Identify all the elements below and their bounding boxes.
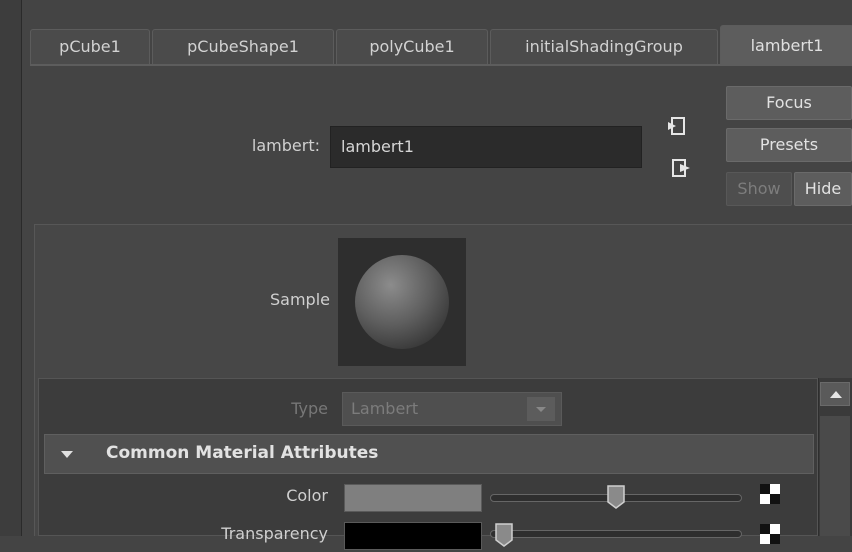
- tab-bar: pCube1 pCubeShape1 polyCube1 initialShad…: [22, 0, 852, 70]
- tab-polycube1[interactable]: polyCube1: [336, 29, 488, 66]
- tab-pcubeshape1[interactable]: pCubeShape1: [152, 29, 334, 66]
- node-name-field[interactable]: lambert1: [330, 126, 642, 168]
- sample-label: Sample: [270, 290, 330, 309]
- checker-icon[interactable]: [760, 524, 780, 544]
- transparency-label: Transparency: [221, 524, 328, 543]
- tab-lambert1[interactable]: lambert1: [720, 25, 852, 66]
- transparency-slider-track[interactable]: [490, 530, 742, 538]
- transparency-swatch[interactable]: [344, 522, 482, 550]
- type-label: Type: [291, 399, 328, 418]
- triangle-up-icon: [830, 391, 842, 398]
- section-title: Common Material Attributes: [106, 443, 379, 463]
- color-label: Color: [286, 486, 328, 505]
- editor-left-edge: [0, 0, 22, 536]
- tab-initialshadinggroup[interactable]: initialShadingGroup: [490, 29, 718, 66]
- focus-button[interactable]: Focus: [726, 86, 852, 120]
- checker-icon[interactable]: [760, 484, 780, 504]
- color-swatch[interactable]: [344, 484, 482, 512]
- chevron-down-icon: [527, 397, 555, 421]
- triangle-down-icon[interactable]: [58, 446, 76, 464]
- hide-button[interactable]: Hide: [794, 172, 852, 206]
- material-swatch[interactable]: [338, 238, 466, 366]
- transparency-slider-handle[interactable]: [494, 522, 514, 548]
- arrow-out-icon[interactable]: [670, 156, 696, 182]
- presets-button[interactable]: Presets: [726, 128, 852, 162]
- sphere-preview-icon: [355, 255, 449, 349]
- node-name-label: lambert:: [251, 136, 320, 155]
- color-slider-handle[interactable]: [606, 484, 626, 510]
- arrow-in-icon[interactable]: [664, 114, 688, 138]
- show-button[interactable]: Show: [726, 172, 792, 206]
- tab-pcube1[interactable]: pCube1: [30, 29, 150, 66]
- type-dropdown[interactable]: Lambert: [342, 392, 562, 426]
- scroll-up-button[interactable]: [820, 382, 850, 406]
- type-dropdown-value: Lambert: [351, 399, 419, 418]
- scrollbar-thumb[interactable]: [820, 416, 850, 536]
